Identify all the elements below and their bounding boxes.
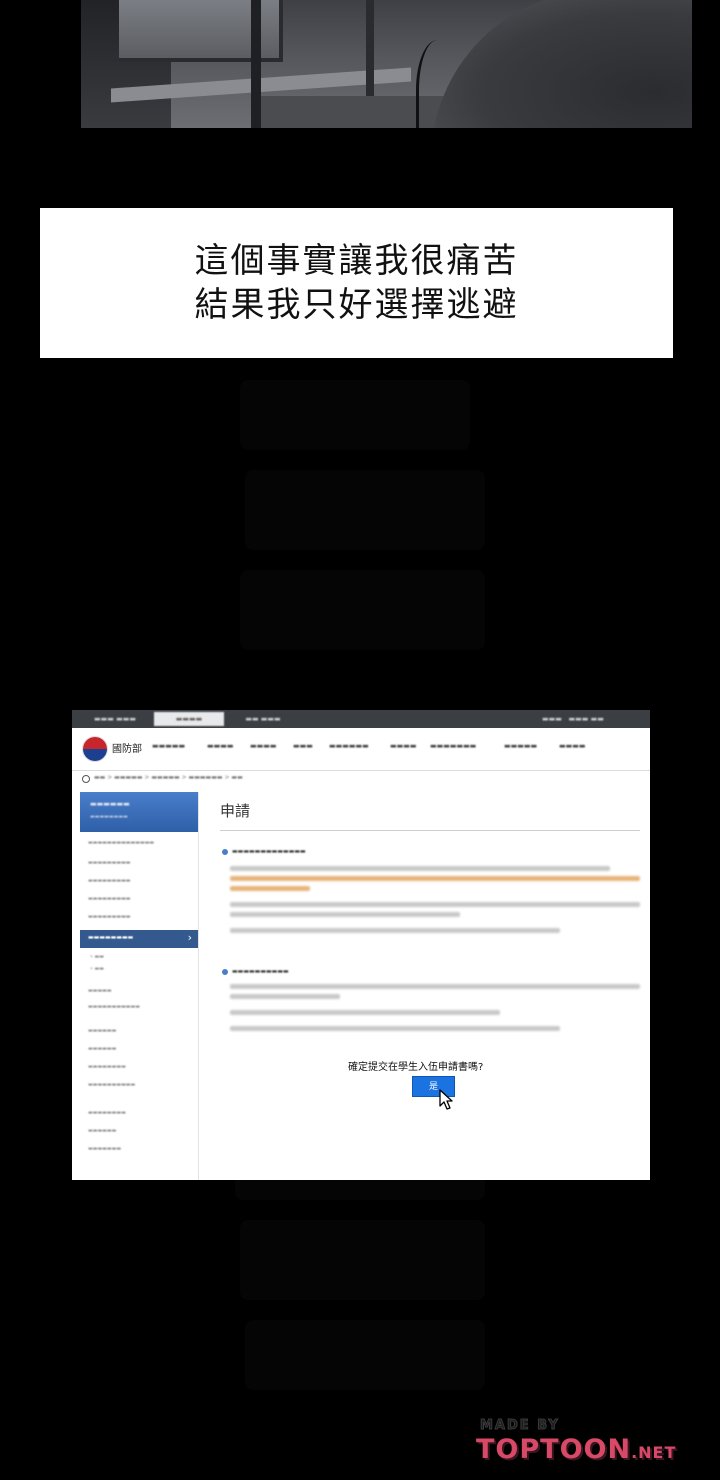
nav-item[interactable]: ▬▬▬▬▬ [504, 742, 537, 750]
topbar-tab[interactable]: ▬▬ ▬▬▬ [228, 712, 298, 726]
watermark: MADE BY TOPTOON.NET [476, 1418, 686, 1474]
ghost-mark [240, 570, 485, 650]
site-topbar: ▬▬▬ ▬▬▬ ▬▬▬▬ ▬▬ ▬▬▬ ▬▬▬ ▬▬▬ ▬▬ [72, 710, 650, 728]
sidebar-subtitle: ▬▬▬▬▬▬▬▬ [90, 814, 128, 820]
sidebar-title-block: ▬▬▬▬▬▬ ▬▬▬▬▬▬▬▬ [80, 792, 198, 832]
section-heading: ▬▬▬▬▬▬▬▬▬▬ [232, 968, 289, 975]
ghost-mark [240, 1220, 485, 1300]
title-divider [220, 830, 640, 831]
chevron-right-icon: › [187, 931, 192, 944]
blurred-text-line [230, 912, 460, 917]
website-screenshot: ▬▬▬ ▬▬▬ ▬▬▬▬ ▬▬ ▬▬▬ ▬▬▬ ▬▬▬ ▬▬ 國防部 ▬▬▬▬▬… [72, 710, 650, 1180]
blurred-text-line [230, 1026, 560, 1031]
comic-panel-top [81, 0, 692, 128]
sidebar: ▬▬▬▬▬▬ ▬▬▬▬▬▬▬▬ ▬▬▬▬▬▬▬▬▬▬▬▬▬▬ ▬▬▬▬▬▬▬▬▬… [80, 792, 199, 1180]
nav-item[interactable]: ▬▬▬▬▬▬▬ [430, 742, 476, 750]
caption-line-1: 這個事實讓我很痛苦 [194, 241, 519, 281]
sidebar-item[interactable]: ▬▬▬▬▬ [88, 988, 112, 994]
sidebar-item[interactable]: ▬▬▬▬▬▬ [88, 1128, 116, 1134]
caption-line-2: 結果我只好選擇逃避 [194, 285, 519, 325]
sidebar-item[interactable]: ▬▬▬▬▬▬▬▬▬▬▬▬▬▬ [88, 840, 154, 846]
blurred-text-line [230, 984, 640, 989]
sidebar-item[interactable]: ▬▬▬▬▬▬▬▬ [88, 1110, 126, 1116]
watermark-logo: TOPTOON.NET [476, 1434, 676, 1465]
sidebar-subitem[interactable]: • ▬▬ [90, 966, 104, 972]
sidebar-item[interactable]: ▬▬▬▬▬▬▬▬▬▬▬ [88, 1004, 140, 1010]
sidebar-item[interactable]: ▬▬▬▬▬▬▬▬▬▬ [88, 1082, 135, 1088]
blurred-text-line [230, 1010, 500, 1015]
panel-figure-outline [416, 40, 459, 128]
sidebar-item[interactable]: ▬▬▬▬▬▬▬ [88, 1146, 121, 1152]
confirm-dialog-message: 確定提交在學生入伍申請書嗎? [348, 1062, 484, 1073]
blurred-text-line [230, 876, 640, 881]
blurred-text-line [230, 928, 560, 933]
blurred-text-line [230, 886, 310, 891]
nav-item[interactable]: ▬▬▬▬▬ [152, 742, 185, 750]
narration-caption: 這個事實讓我很痛苦 結果我只好選擇逃避 [40, 208, 673, 358]
breadcrumb: ▬▬ > ▬▬▬▬▬ > ▬▬▬▬▬ > ▬▬▬▬▬▬ > ▬▬ [94, 774, 243, 781]
section-bullet-icon [222, 969, 228, 975]
sidebar-title: ▬▬▬▬▬▬ [90, 800, 130, 808]
ghost-mark [245, 1320, 485, 1390]
topbar-links[interactable]: ▬▬▬ ▬▬▬ ▬▬ [542, 712, 604, 726]
sidebar-item-active[interactable]: ▬▬▬▬▬▬▬▬ › [80, 930, 198, 948]
nav-item[interactable]: ▬▬▬▬ [390, 742, 416, 750]
cursor-icon [439, 1089, 453, 1110]
ghost-mark [240, 380, 470, 450]
sidebar-item[interactable]: ▬▬▬▬▬▬▬▬ [88, 1064, 126, 1070]
watermark-suffix: .NET [631, 1443, 677, 1462]
nav-item[interactable]: ▬▬▬ [293, 742, 313, 750]
site-header: 國防部 ▬▬▬▬▬ ▬▬▬▬ ▬▬▬▬ ▬▬▬ ▬▬▬▬▬▬ ▬▬▬▬ ▬▬▬▬… [72, 728, 650, 771]
topbar-tab[interactable]: ▬▬▬ ▬▬▬ [80, 712, 150, 726]
sidebar-item-active-label: ▬▬▬▬▬▬▬▬ [88, 934, 134, 941]
sidebar-item[interactable]: ▬▬▬▬▬▬▬▬▬ [88, 878, 131, 884]
nav-item[interactable]: ▬▬▬▬ [250, 742, 276, 750]
section-heading: ▬▬▬▬▬▬▬▬▬▬▬▬▬ [232, 848, 306, 855]
ghost-mark [245, 470, 485, 550]
nav-item[interactable]: ▬▬▬▬ [207, 742, 233, 750]
nav-item[interactable]: ▬▬▬▬ [559, 742, 585, 750]
page-title: 申請 [220, 802, 251, 820]
watermark-brand: TOPTOON [476, 1434, 632, 1465]
blurred-text-line [230, 866, 610, 871]
panel-figure [431, 0, 692, 128]
blurred-text-line [230, 902, 640, 907]
home-icon[interactable] [82, 775, 90, 783]
watermark-made-by: MADE BY [480, 1418, 560, 1434]
panel-rail [251, 0, 261, 128]
sidebar-item[interactable]: ▬▬▬▬▬▬ [88, 1046, 116, 1052]
logo-name[interactable]: 國防部 [112, 740, 142, 755]
sidebar-item[interactable]: ▬▬▬▬▬▬ [88, 1028, 116, 1034]
nav-item[interactable]: ▬▬▬▬▬▬ [329, 742, 369, 750]
topbar-tab[interactable]: ▬▬▬▬ [154, 712, 224, 726]
blurred-text-line [230, 994, 340, 999]
section-bullet-icon [222, 849, 228, 855]
sidebar-item[interactable]: ▬▬▬▬▬▬▬▬▬ [88, 896, 131, 902]
sidebar-item[interactable]: ▬▬▬▬▬▬▬▬▬ [88, 860, 131, 866]
emblem-icon[interactable] [82, 736, 108, 762]
sidebar-subitem[interactable]: • ▬▬ [90, 954, 104, 960]
sidebar-item[interactable]: ▬▬▬▬▬▬▬▬▬ [88, 914, 131, 920]
